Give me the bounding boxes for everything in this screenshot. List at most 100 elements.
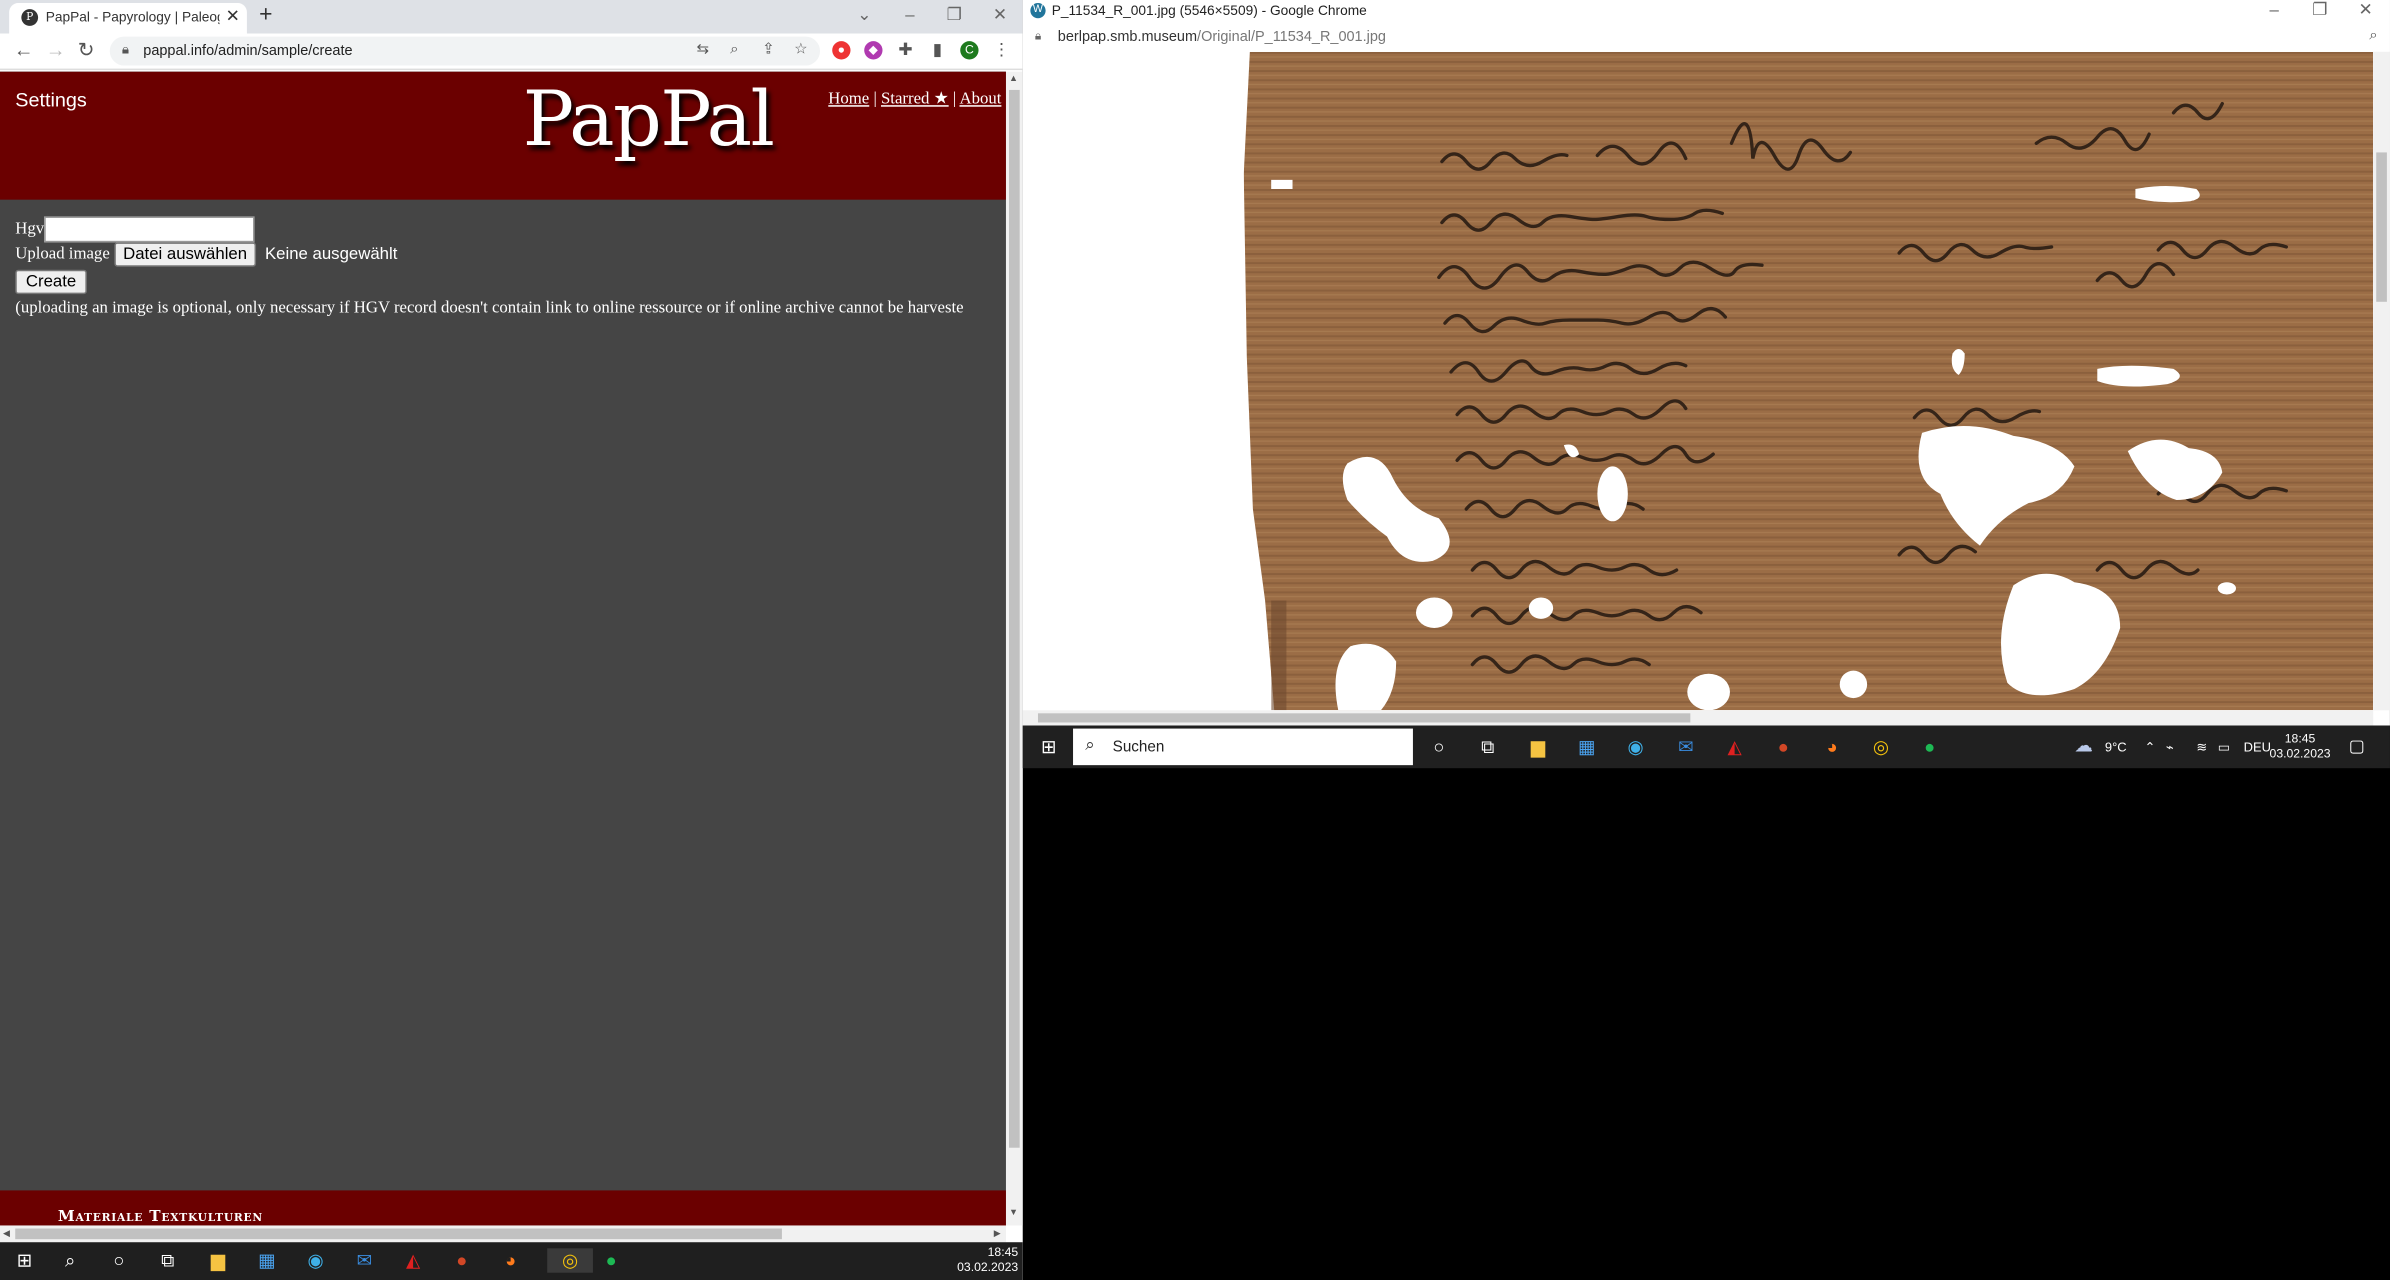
browser-toolbar: ← → ↻ 🔒︎ pappal.info/admin/sample/create… [0, 33, 1023, 71]
create-row: Create [15, 269, 87, 295]
cortana-icon[interactable]: ○ [107, 1248, 131, 1272]
store-icon[interactable]: ▦ [255, 1248, 279, 1272]
vertical-scroll-thumb[interactable] [1009, 89, 1020, 1148]
bookmark-star-icon[interactable]: ☆ [794, 41, 808, 58]
vertical-scrollbar[interactable]: ▲ ▼ [1005, 71, 1023, 1226]
zoom-icon[interactable]: ⌕ [730, 41, 739, 58]
right-vertical-scrollbar[interactable] [2373, 51, 2390, 711]
scroll-left-icon[interactable]: ◀ [3, 1229, 10, 1239]
right-vertical-scroll-thumb[interactable] [2376, 152, 2387, 302]
extension-purple-icon[interactable]: ◆ [864, 41, 883, 60]
taskbar-clock[interactable]: 18:45 03.02.2023 [2270, 732, 2331, 762]
weather-temp[interactable]: 9°C [2105, 739, 2127, 754]
menu-kebab-icon[interactable]: ⋮ [992, 41, 1011, 60]
new-tab-icon[interactable]: + [259, 2, 272, 28]
url-path: /Original/P_11534_R_001.jpg [1197, 28, 1386, 46]
file-explorer-icon[interactable]: ▆ [206, 1248, 230, 1272]
upload-note: (uploading an image is optional, only ne… [15, 298, 964, 318]
right-window-title: P_11534_R_001.jpg (5546×5509) - Google C… [1051, 3, 1367, 19]
close-window-icon[interactable]: ✕ [977, 0, 1023, 30]
task-view-icon[interactable]: ⧉ [155, 1248, 179, 1272]
acrobat-icon[interactable]: ◭ [401, 1248, 425, 1272]
acrobat-icon[interactable]: ◭ [1722, 735, 1746, 759]
hgv-input[interactable] [44, 216, 255, 243]
right-horizontal-scroll-thumb[interactable] [1037, 713, 1691, 723]
taskbar-search-box[interactable]: ⌕ Suchen [1073, 728, 1413, 766]
settings-link[interactable]: Settings [15, 88, 87, 111]
taskbar-clock[interactable]: 18:45 03.02.2023 [945, 1245, 1018, 1275]
windows-icon[interactable]: ⊞ [1036, 735, 1060, 759]
nav-home-link[interactable]: Home [828, 90, 869, 108]
lock-icon: 🔒︎ [1034, 28, 1042, 43]
extensions-puzzle-icon[interactable]: ✚ [896, 41, 915, 60]
file-explorer-icon[interactable]: ▆ [1526, 735, 1550, 759]
right-address-bar[interactable]: 🔒︎ berlpap.smb.museum/Original/P_11534_R… [1022, 22, 2390, 52]
papyrus-image[interactable] [1243, 51, 2374, 711]
nav-about-link[interactable]: About [959, 90, 1001, 108]
profile-avatar[interactable]: C [960, 41, 979, 60]
cortana-icon[interactable]: ○ [1427, 735, 1451, 759]
powerpoint-icon[interactable]: ● [450, 1248, 474, 1272]
store-icon[interactable]: ▦ [1574, 735, 1598, 759]
top-nav: Home | Starred ★ | About [828, 88, 1001, 108]
back-icon[interactable]: ← [14, 38, 34, 61]
chrome-icon[interactable]: ◎ [547, 1248, 593, 1273]
battery-icon[interactable]: ▭ [2218, 739, 2230, 756]
mail-icon[interactable]: ✉ [352, 1248, 376, 1272]
side-panel-icon[interactable]: ▮ [928, 41, 947, 60]
task-view-icon[interactable]: ⧉ [1475, 735, 1499, 759]
tab-close-icon[interactable]: ✕ [226, 6, 240, 26]
no-file-chosen-text: Keine ausgewählt [264, 244, 398, 263]
spotify-icon[interactable]: ● [1917, 735, 1941, 759]
notification-icon[interactable]: ▢ [2349, 736, 2365, 756]
language-indicator[interactable]: DEU [2244, 739, 2271, 754]
powerpoint-icon[interactable]: ● [1771, 735, 1795, 759]
chrome-icon[interactable]: ◎ [1869, 735, 1893, 759]
horizontal-scrollbar[interactable]: ◀ ▶ [0, 1225, 1006, 1243]
weather-cloud-icon[interactable]: ☁ [2074, 735, 2092, 756]
edge-icon[interactable]: ◉ [303, 1248, 327, 1272]
upload-image-label: Upload image [15, 244, 110, 263]
tab-search-icon[interactable]: ⌄ [841, 0, 887, 30]
url-host: berlpap.smb.museum [1057, 28, 1198, 46]
nav-starred-link[interactable]: Starred ★ [881, 90, 949, 108]
scroll-right-icon[interactable]: ▶ [994, 1229, 1001, 1239]
tab-pappal[interactable]: P PapPal - Papyrology | Paleograph ✕ [9, 3, 247, 34]
minimize-icon[interactable]: – [887, 0, 933, 30]
mail-icon[interactable]: ✉ [1674, 735, 1698, 759]
hgv-label: Hgv [15, 219, 45, 238]
spotify-icon[interactable]: ● [599, 1248, 623, 1272]
restore-icon[interactable]: ❐ [931, 0, 977, 30]
share-icon[interactable]: ⇪ [762, 41, 775, 58]
tray-chevron-icon[interactable]: ⌃ [2145, 739, 2156, 756]
firefox-icon[interactable]: ◕ [498, 1248, 522, 1272]
choose-file-button[interactable]: Datei auswählen [113, 242, 257, 267]
forward-icon[interactable]: → [46, 38, 66, 61]
clock-date: 03.02.2023 [957, 1260, 1019, 1275]
footer-text: Materiale Textkulturen [57, 1208, 263, 1226]
create-button[interactable]: Create [15, 269, 87, 295]
wifi-icon[interactable]: ≋ [2196, 739, 2207, 756]
pappal-logo[interactable]: PapPal [523, 75, 775, 163]
network-icon[interactable]: ⌁ [2166, 739, 2174, 756]
scroll-up-icon[interactable]: ▲ [1009, 75, 1018, 84]
search-icon[interactable]: ⌕ [58, 1248, 82, 1272]
upload-row: Upload image Datei auswählen Keine ausge… [15, 242, 398, 267]
taskbar-right: ⊞ ⌕ Suchen ○ ⧉ ▆ ▦ ◉ ✉ ◭ ● ◕ ◎ ● ☁ 9°C ⌃… [1022, 725, 2390, 769]
site-footer: Materiale Textkulturen [0, 1190, 1006, 1226]
image-viewer[interactable] [1022, 51, 2374, 711]
translate-icon[interactable]: ⇆ [697, 41, 710, 58]
reload-icon[interactable]: ↻ [78, 38, 95, 62]
address-url: pappal.info/admin/sample/create [143, 42, 353, 60]
edge-icon[interactable]: ◉ [1623, 735, 1647, 759]
windows-icon[interactable]: ⊞ [12, 1248, 36, 1272]
scroll-down-icon[interactable]: ▼ [1009, 1209, 1018, 1218]
firefox-icon[interactable]: ◕ [1820, 735, 1844, 759]
address-bar[interactable]: 🔒︎ pappal.info/admin/sample/create ⇆ ⌕ ⇪… [109, 36, 821, 66]
horizontal-scroll-thumb[interactable] [15, 1228, 782, 1240]
pappal-page: Settings PapPal Home | Starred ★ | About… [0, 71, 1006, 1226]
hgv-row: Hgv [15, 216, 255, 243]
right-horizontal-scrollbar[interactable] [1022, 710, 2374, 726]
zoom-icon[interactable]: ⌕ [2369, 27, 2378, 44]
extension-red-icon[interactable]: ● [832, 41, 851, 60]
